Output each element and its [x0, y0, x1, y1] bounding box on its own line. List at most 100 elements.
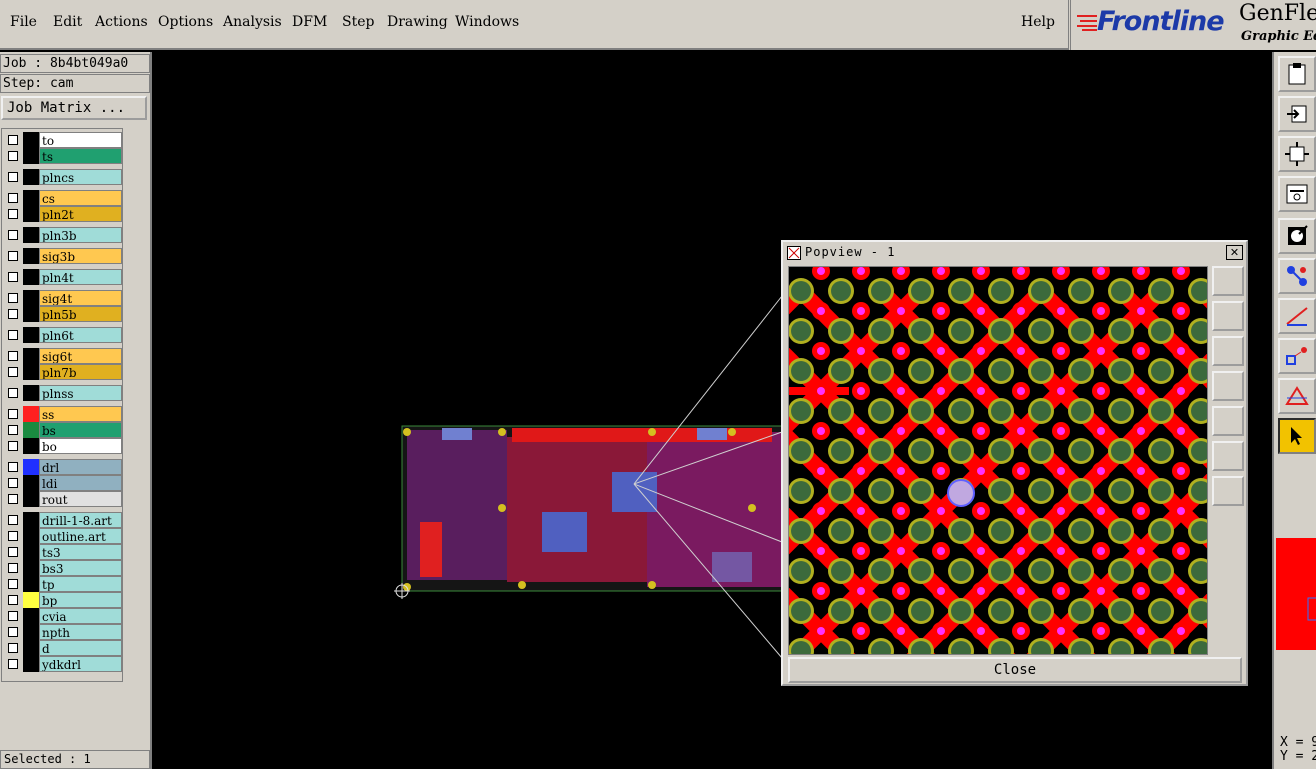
layer-checkbox[interactable]: [8, 547, 18, 557]
layer-checkbox[interactable]: [8, 409, 18, 419]
layer-color-swatch[interactable]: [23, 406, 39, 422]
layer-name[interactable]: drill-1-8.art: [39, 512, 122, 528]
layer-color-swatch[interactable]: [23, 544, 39, 560]
layer-name[interactable]: pln4t: [39, 269, 122, 285]
layer-row-cs[interactable]: cs: [4, 190, 122, 206]
layer-row-ts[interactable]: ts: [4, 148, 122, 164]
layer-name[interactable]: sig4t: [39, 290, 122, 306]
layer-row-bo[interactable]: bo: [4, 438, 122, 454]
layer-row-to[interactable]: to: [4, 132, 122, 148]
layer-row-pln7b[interactable]: pln7b: [4, 364, 122, 380]
layer-checkbox[interactable]: [8, 531, 18, 541]
layer-name[interactable]: sig6t: [39, 348, 122, 364]
layer-row-npth[interactable]: npth: [4, 624, 122, 640]
pad-select-icon[interactable]: [1278, 218, 1316, 254]
menu-step[interactable]: Step: [342, 14, 374, 30]
layer-row-drl[interactable]: drl: [4, 459, 122, 475]
layer-row-pln4t[interactable]: pln4t: [4, 269, 122, 285]
layer-checkbox[interactable]: [8, 659, 18, 669]
layer-name[interactable]: pln3b: [39, 227, 122, 243]
layer-row-sig6t[interactable]: sig6t: [4, 348, 122, 364]
layer-color-swatch[interactable]: [23, 475, 39, 491]
job-matrix-button[interactable]: Job Matrix ...: [1, 96, 147, 120]
layer-name[interactable]: bo: [39, 438, 122, 454]
layer-name[interactable]: bs: [39, 422, 122, 438]
popview-center-button[interactable]: [1212, 476, 1244, 506]
layer-checkbox[interactable]: [8, 579, 18, 589]
layer-name[interactable]: outline.art: [39, 528, 122, 544]
layer-color-swatch[interactable]: [23, 491, 39, 507]
layer-checkbox[interactable]: [8, 151, 18, 161]
layer-name[interactable]: cvia: [39, 608, 122, 624]
layer-name[interactable]: pln6t: [39, 327, 122, 343]
clipboard-icon[interactable]: [1278, 56, 1316, 92]
layer-color-swatch[interactable]: [23, 459, 39, 475]
net-icon[interactable]: [1278, 258, 1316, 294]
layer-color-swatch[interactable]: [23, 640, 39, 656]
layer-color-swatch[interactable]: [23, 306, 39, 322]
menu-drawing[interactable]: Drawing: [387, 14, 448, 30]
layer-checkbox[interactable]: [8, 230, 18, 240]
layer-name[interactable]: to: [39, 132, 122, 148]
menu-dfm[interactable]: DFM: [292, 14, 327, 30]
layer-row-bs3[interactable]: bs3: [4, 560, 122, 576]
layer-name[interactable]: cs: [39, 190, 122, 206]
feature-select-icon[interactable]: [1278, 338, 1316, 374]
layer-checkbox[interactable]: [8, 209, 18, 219]
layer-name[interactable]: drl: [39, 459, 122, 475]
popview-right-button[interactable]: [1212, 406, 1244, 436]
layer-row-pln6t[interactable]: pln6t: [4, 327, 122, 343]
layer-name[interactable]: sig3b: [39, 248, 122, 264]
layer-checkbox[interactable]: [8, 351, 18, 361]
layer-checkbox[interactable]: [8, 193, 18, 203]
layer-name[interactable]: pln5b: [39, 306, 122, 322]
popview-up-button[interactable]: [1212, 301, 1244, 331]
layer-checkbox[interactable]: [8, 293, 18, 303]
layer-checkbox[interactable]: [8, 441, 18, 451]
layer-color-swatch[interactable]: [23, 608, 39, 624]
layer-name[interactable]: plncs: [39, 169, 122, 185]
layer-name[interactable]: ydkdrl: [39, 656, 122, 672]
layer-color-swatch[interactable]: [23, 190, 39, 206]
layer-name[interactable]: bp: [39, 592, 122, 608]
popview-zoom-view[interactable]: [788, 266, 1208, 655]
popview-left-button[interactable]: [1212, 371, 1244, 401]
layer-row-ydkdrl[interactable]: ydkdrl: [4, 656, 122, 672]
layer-checkbox[interactable]: [8, 515, 18, 525]
layer-color-swatch[interactable]: [23, 656, 39, 672]
layer-color-swatch[interactable]: [23, 592, 39, 608]
popview-zoom-in-button[interactable]: [1212, 266, 1244, 296]
layer-name[interactable]: npth: [39, 624, 122, 640]
layer-checkbox[interactable]: [8, 462, 18, 472]
layer-color-swatch[interactable]: [23, 512, 39, 528]
menu-file[interactable]: File: [10, 14, 37, 30]
layer-row-pln2t[interactable]: pln2t: [4, 206, 122, 222]
layer-checkbox[interactable]: [8, 388, 18, 398]
layer-row-pln3b[interactable]: pln3b: [4, 227, 122, 243]
layer-color-swatch[interactable]: [23, 576, 39, 592]
menu-windows[interactable]: Windows: [455, 14, 519, 30]
layer-color-swatch[interactable]: [23, 169, 39, 185]
layer-color-swatch[interactable]: [23, 438, 39, 454]
layer-checkbox[interactable]: [8, 611, 18, 621]
layer-checkbox[interactable]: [8, 135, 18, 145]
layer-name[interactable]: bs3: [39, 560, 122, 576]
layer-row-tp[interactable]: tp: [4, 576, 122, 592]
layer-color-swatch[interactable]: [23, 206, 39, 222]
layer-name[interactable]: ss: [39, 406, 122, 422]
layer-name[interactable]: d: [39, 640, 122, 656]
layer-name[interactable]: pln7b: [39, 364, 122, 380]
menu-actions[interactable]: Actions: [95, 14, 148, 30]
layer-checkbox[interactable]: [8, 478, 18, 488]
layer-checkbox[interactable]: [8, 172, 18, 182]
popview-fit-button[interactable]: [1212, 441, 1244, 471]
layer-checkbox[interactable]: [8, 330, 18, 340]
layer-checkbox[interactable]: [8, 425, 18, 435]
layer-name[interactable]: ldi: [39, 475, 122, 491]
layer-name[interactable]: rout: [39, 491, 122, 507]
layer-row-outline-art[interactable]: outline.art: [4, 528, 122, 544]
layer-color-swatch[interactable]: [23, 385, 39, 401]
menu-edit[interactable]: Edit: [53, 14, 82, 30]
layer-color-swatch[interactable]: [23, 348, 39, 364]
menu-analysis[interactable]: Analysis: [223, 14, 282, 30]
